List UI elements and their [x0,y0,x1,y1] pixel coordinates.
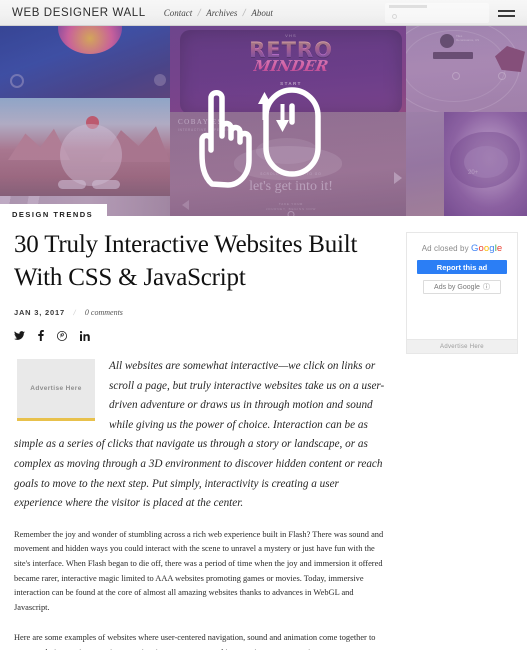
ads-by-google-button[interactable]: Ads by Google ⓘ [423,280,501,294]
ad-closed-prefix: Ad closed by [421,244,472,253]
meta-divider: / [72,308,78,317]
site-logo[interactable]: WEB DESIGNER WALL [12,7,146,19]
header-right [367,0,527,26]
pinterest-icon[interactable] [57,330,67,341]
hero-banner[interactable]: VHS RETRO MINDER START COBAY.ES INTERACT… [0,26,527,216]
facebook-icon[interactable] [38,330,44,341]
body-paragraph-1: Remember the joy and wonder of stumbling… [14,529,384,612]
body-paragraph-2: Here are some examples of websites where… [14,633,376,650]
lead-section: Advertise Here All websites are somewhat… [14,357,389,514]
google-letter-e: e [496,243,503,254]
sidebar: Ad closed by Google Report this ad Ads b… [406,232,518,354]
google-wordmark: Google [471,243,502,254]
post-date: JAN 3, 2017 [14,308,65,317]
hamburger-bar [498,14,515,17]
nav-divider: / [241,7,247,19]
hamburger-bar [498,9,515,12]
hero-overlay-icons [199,87,321,188]
computer-mouse-icon [263,87,321,177]
page-title: 30 Truly Interactive Websites Built With… [14,231,358,291]
search-input[interactable] [385,3,489,23]
nav-item-about[interactable]: About [251,8,273,18]
category-badge[interactable]: DESIGN TRENDS [0,204,108,225]
comments-link[interactable]: 0 comments [85,308,123,317]
inline-ad-box[interactable]: Advertise Here [17,359,95,421]
ad-closed-label: Ad closed by Google [422,243,503,254]
search-icon [392,14,397,19]
ads-by-google-label: Ads by Google [434,283,480,291]
pointing-hand-icon [199,90,252,188]
site-header: WEB DESIGNER WALL Contact / Archives / A… [0,0,527,26]
hamburger-icon[interactable] [498,7,515,20]
twitter-icon[interactable] [14,330,25,341]
info-icon: ⓘ [482,284,490,291]
social-share-bar [14,330,389,341]
article: 30 Truly Interactive Websites Built With… [14,228,389,650]
page-root: WEB DESIGNER WALL Contact / Archives / A… [0,0,527,650]
nav-item-contact[interactable]: Contact [164,8,193,18]
google-ad-unit: Ad closed by Google Report this ad Ads b… [406,232,518,354]
linkedin-icon[interactable] [80,330,91,341]
google-letter-g: G [471,243,479,254]
nav-divider: / [196,7,202,19]
post-meta: JAN 3, 2017 / 0 comments [14,308,389,317]
report-this-ad-button[interactable]: Report this ad [417,260,507,274]
nav-item-archives[interactable]: Archives [206,8,237,18]
main-nav: Contact / Archives / About [164,8,273,19]
advertise-here-link[interactable]: Advertise Here [407,339,517,353]
search-placeholder-line [389,5,427,8]
